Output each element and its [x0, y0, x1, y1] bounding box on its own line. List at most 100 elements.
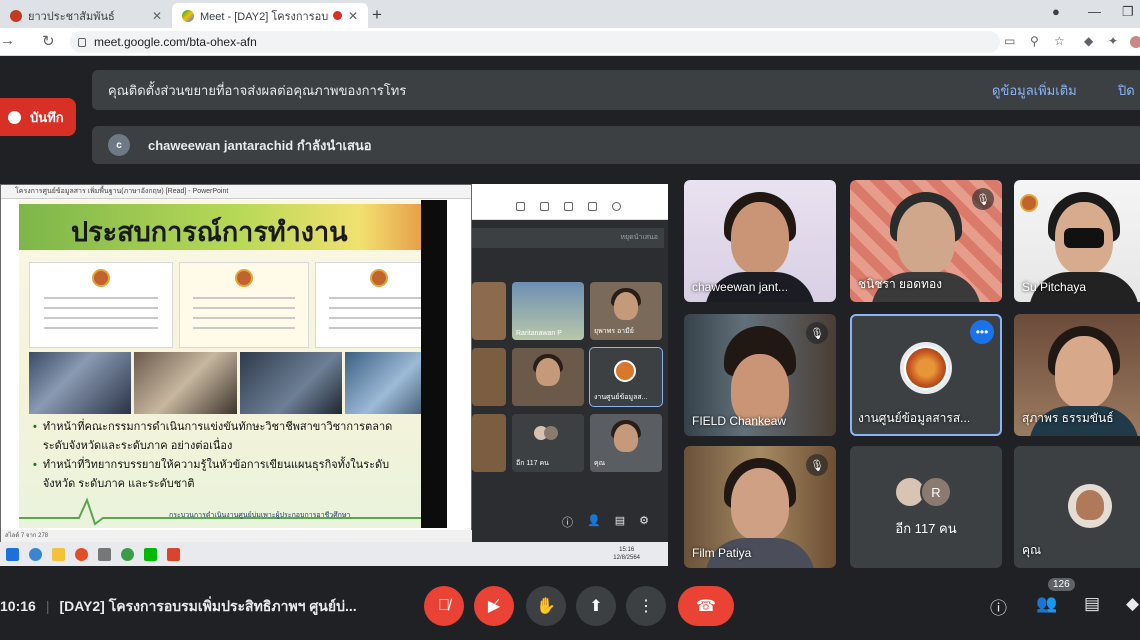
- leave-call-button[interactable]: ☎: [678, 586, 734, 626]
- powerpoint-icon[interactable]: [167, 547, 180, 561]
- participant-face: [1055, 336, 1113, 408]
- chrome-icon[interactable]: [121, 547, 134, 561]
- edge-icon[interactable]: [29, 547, 42, 561]
- cert-line: [192, 307, 296, 309]
- firefox-icon[interactable]: [75, 547, 88, 561]
- line-icon[interactable]: [144, 547, 157, 561]
- url-field[interactable]: meet.google.com/bta-ohex-afn: [70, 31, 1000, 53]
- tab-close-icon[interactable]: ✕: [152, 9, 162, 23]
- site-favicon-icon: [10, 9, 22, 22]
- media-control-icon[interactable]: ●: [1052, 4, 1060, 19]
- participant-tile[interactable]: chaweewan jant...: [684, 180, 836, 302]
- restore-window-icon[interactable]: ❐: [1122, 4, 1134, 20]
- clock-date: 12/8/2564: [613, 555, 640, 561]
- reload-icon[interactable]: ↻: [42, 32, 55, 50]
- meet-window: คุณติดตั้งส่วนขยายที่อาจส่งผลต่อคุณภาพขอ…: [0, 56, 1140, 640]
- certificate-image: [179, 262, 309, 348]
- mini-tile: Raritanawan P: [512, 282, 584, 340]
- tab-close-icon[interactable]: ✕: [348, 9, 358, 23]
- lock-icon: [78, 37, 86, 47]
- windows-start-icon[interactable]: [6, 547, 19, 561]
- taskbar-clock: 15:16 12/8/2564: [613, 546, 640, 562]
- participant-name: Su Pitchaya: [1022, 280, 1087, 294]
- cert-line: [192, 297, 296, 299]
- seal-icon: [1020, 194, 1038, 212]
- cert-line: [192, 327, 296, 329]
- photo: [239, 352, 342, 414]
- slide-title: ประสบการณ์การทำงาน: [71, 217, 348, 248]
- certificate-image: [315, 262, 421, 348]
- warning-text: คุณติดตั้งส่วนขยายที่อาจส่งผลต่อคุณภาพขอ…: [108, 82, 407, 98]
- participant-name: คุณ: [1022, 543, 1042, 557]
- browser-tab-1[interactable]: ยาวประชาสัมพันธ์ ✕: [0, 3, 172, 28]
- cert-line: [44, 307, 158, 309]
- mini-tile-name: ยุพาพร อามีย์: [594, 328, 634, 335]
- raise-hand-button[interactable]: ✋: [526, 586, 566, 626]
- mini-tile: [472, 282, 506, 340]
- windows-taskbar: 15:16 12/8/2564: [0, 542, 668, 566]
- recording-indicator-icon: [332, 11, 342, 20]
- activities-icon[interactable]: ◆: [1126, 594, 1139, 614]
- folder-icon[interactable]: [52, 547, 65, 561]
- mic-toggle-button[interactable]: 🎙̸: [424, 586, 464, 626]
- participant-name: งานศูนย์ข้อมูลสารส...: [858, 411, 971, 425]
- profile-avatar[interactable]: [1130, 36, 1140, 48]
- puzzle-icon[interactable]: ✦: [1108, 34, 1118, 48]
- record-dot-icon: [8, 110, 21, 124]
- dismiss-button[interactable]: ปิด: [1118, 80, 1135, 101]
- app-icon[interactable]: [98, 547, 111, 561]
- extension-icon[interactable]: ◆: [1084, 34, 1093, 48]
- learn-more-link[interactable]: ดูข้อมูลเพิ่มเติม: [992, 80, 1077, 101]
- mini-tile: [512, 348, 584, 406]
- presenter-avatar: c: [108, 134, 130, 156]
- record-button[interactable]: บันทึก: [0, 98, 76, 136]
- mic-off-icon: 🎙: [806, 454, 828, 476]
- presenter-banner: c chaweewan jantarachid กำลังนำเสนอ: [92, 126, 1140, 164]
- mini-face: [614, 292, 638, 320]
- certificate-image: [29, 262, 173, 348]
- present-screen-icon: ⬆: [589, 598, 603, 615]
- browser-tab-2[interactable]: Meet - [DAY2] โครงการอบรมเ ✕: [172, 3, 368, 28]
- face-mask: [1064, 228, 1104, 248]
- participant-face: [731, 468, 789, 540]
- bullet-text: ทำหน้าที่คณะกรรมการดำเนินการแข่งขันทักษะ…: [42, 421, 393, 452]
- more-options-icon[interactable]: •••: [970, 320, 994, 344]
- zoom-icon[interactable]: ⚲: [1030, 34, 1039, 48]
- participant-tile[interactable]: สุภาพร ธรรมขันธ์: [1014, 314, 1140, 436]
- meeting-time: 10:16: [0, 598, 36, 614]
- participants-icon[interactable]: 👥: [1036, 594, 1057, 614]
- clock-time: 15:16: [619, 547, 635, 553]
- camera-toggle-button[interactable]: ▶̸: [474, 586, 514, 626]
- mic-off-icon: 🎙: [806, 322, 828, 344]
- bullet-icon: •: [33, 459, 37, 471]
- new-tab-button[interactable]: +: [372, 5, 382, 25]
- photo: [344, 352, 421, 414]
- participant-tile[interactable]: 🎙 FIELD Chankeaw: [684, 314, 836, 436]
- camera-off-icon: ▶̸: [487, 598, 501, 615]
- bookmark-star-icon[interactable]: ☆: [1054, 34, 1065, 48]
- meeting-info-icon[interactable]: ⓘ: [990, 594, 1007, 619]
- participant-tile[interactable]: ••• งานศูนย์ข้อมูลสารส...: [850, 314, 1002, 436]
- separator: |: [45, 598, 50, 614]
- photo: [134, 352, 237, 414]
- mini-face: [614, 424, 638, 452]
- self-tile[interactable]: คุณ: [1014, 446, 1140, 568]
- participant-tile[interactable]: Su Pitchaya: [1014, 180, 1140, 302]
- inner-window-toolbar: [472, 184, 668, 220]
- participant-tile[interactable]: 🎙 ชนิชรา ยอดทอง: [850, 180, 1002, 302]
- forward-arrow-icon[interactable]: →: [0, 32, 15, 49]
- participant-tile[interactable]: R อีก 117 คน: [850, 446, 1002, 568]
- mini-tile-name: คุณ: [594, 460, 606, 467]
- meeting-details: 10:16 | [DAY2] โครงการอบรมเพิ่มประสิทธิภาพ…: [0, 596, 357, 618]
- present-button[interactable]: ⬆: [576, 586, 616, 626]
- call-controls-bar: 10:16 | [DAY2] โครงการอบรมเพิ่มประสิทธิภาพ…: [0, 572, 1140, 640]
- participant-tile[interactable]: 🎙 Film Patiya: [684, 446, 836, 568]
- more-options-button[interactable]: ⋮: [626, 586, 666, 626]
- minimize-icon[interactable]: —: [1088, 4, 1101, 19]
- cert-line: [192, 317, 296, 319]
- chat-icon: ▤: [614, 515, 626, 527]
- chat-icon[interactable]: ▤: [1084, 594, 1100, 614]
- camera-icon[interactable]: ▭: [1004, 34, 1015, 48]
- inner-meet-window: หยุดนำเสนอ Raritanawan P ยุพาพร อามีย์ ง…: [472, 184, 668, 566]
- ppt-status-bar: สไลด์ 7 จาก 278: [1, 530, 473, 542]
